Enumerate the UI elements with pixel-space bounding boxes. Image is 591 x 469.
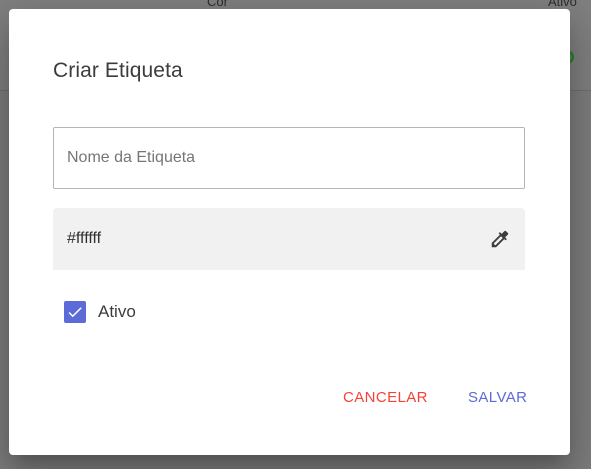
color-field[interactable]: #ffffff <box>53 208 525 270</box>
color-value[interactable]: #ffffff <box>67 230 101 248</box>
background-column-cor: Cor <box>207 0 228 9</box>
background-column-ativo: Ativo <box>548 0 577 9</box>
create-label-dialog: Criar Etiqueta #ffffff Ativo CANCELAR SA… <box>9 9 570 455</box>
label-name-input[interactable] <box>54 128 524 188</box>
save-button[interactable]: SALVAR <box>468 389 527 406</box>
eyedropper-icon[interactable] <box>489 228 511 250</box>
cancel-button[interactable]: CANCELAR <box>343 389 428 406</box>
active-checkbox-label[interactable]: Ativo <box>98 302 136 322</box>
active-checkbox[interactable] <box>64 301 86 323</box>
active-checkbox-row[interactable]: Ativo <box>64 300 136 324</box>
checkmark-icon <box>68 307 82 318</box>
dialog-title: Criar Etiqueta <box>53 59 183 82</box>
label-name-field[interactable] <box>53 127 525 189</box>
